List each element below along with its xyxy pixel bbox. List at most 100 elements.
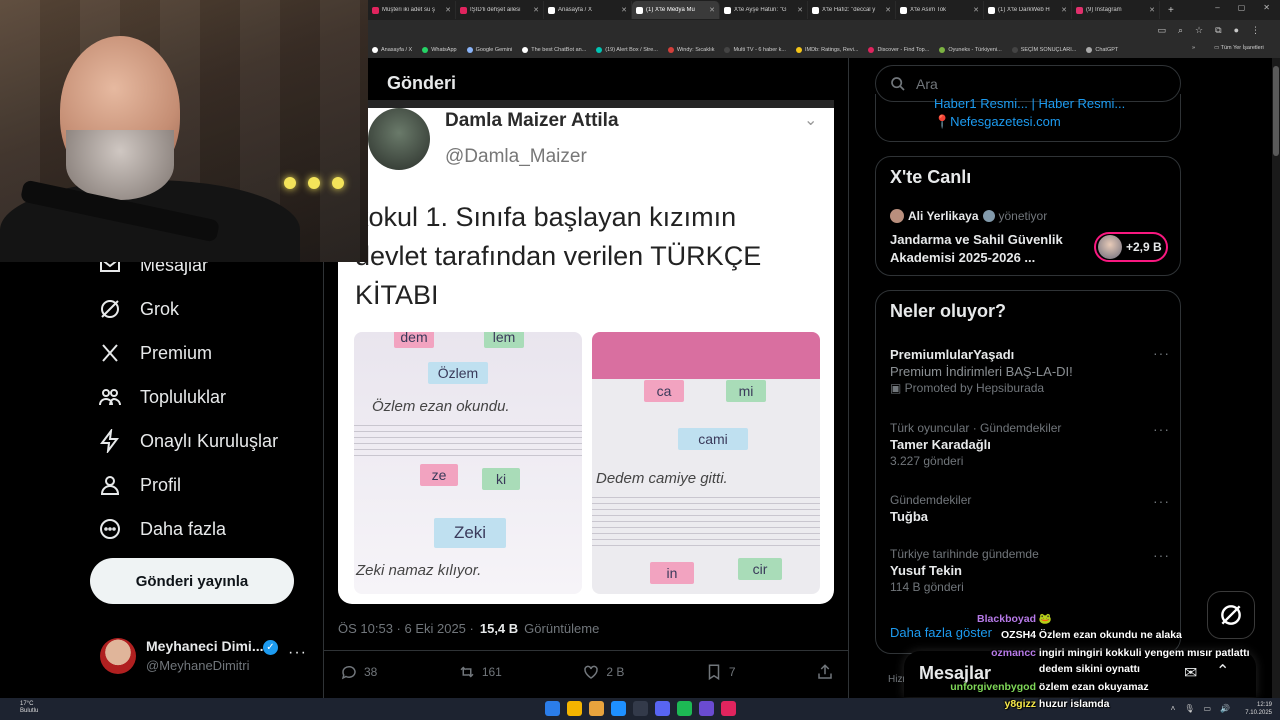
bookmark-favicon-icon	[795, 47, 802, 53]
profile-icon[interactable]: ●	[1234, 25, 1239, 36]
browser-tab[interactable]: Anasayfa / X ✕	[544, 1, 632, 19]
clock[interactable]: 12:19 7.10.2025	[1245, 701, 1272, 717]
post-timestamp[interactable]: ÖS 10:53 · 6 Eki 2025 ·	[338, 621, 474, 636]
repost-button[interactable]: 161	[458, 663, 502, 681]
trend-item[interactable]: Gündemdekiler Tuğba ···	[890, 493, 1170, 524]
zoom-icon[interactable]: ⌕	[1178, 25, 1183, 36]
new-message-icon[interactable]: ✉	[1184, 663, 1197, 683]
expand-icon[interactable]: ⌃	[1216, 661, 1229, 681]
nav-item-daha-fazla[interactable]: Daha fazla	[98, 512, 226, 546]
scrollbar-thumb[interactable]	[1273, 66, 1279, 156]
account-switcher[interactable]: Meyhaneci Dimi... ✓ @MeyhaneDimitri ···	[100, 636, 320, 682]
bookmarks-overflow-button[interactable]: »	[1192, 45, 1195, 51]
nav-item-profil[interactable]: Profil	[98, 468, 181, 502]
close-icon[interactable]: ✕	[621, 6, 627, 14]
new-tab-button[interactable]: +	[1160, 5, 1182, 16]
close-icon[interactable]: ✕	[973, 6, 979, 14]
bookmark-favicon-icon	[724, 47, 731, 53]
close-icon[interactable]: ✕	[445, 6, 451, 14]
nav-item-onaylı-kuruluşlar[interactable]: Onaylı Kuruluşlar	[98, 424, 278, 458]
live-host[interactable]: Ali Yerlikaya yönetiyor	[890, 209, 1047, 223]
browser-tab[interactable]: (1) X'te Medya Mu ✕	[632, 1, 720, 19]
browser-tab[interactable]: IŞİD'li dehşet ailesi ✕	[456, 1, 544, 19]
like-button[interactable]: 2 B	[582, 663, 624, 681]
trend-item[interactable]: Türkiye tarihinde gündemde Yusuf Tekin 1…	[890, 547, 1170, 594]
bookmark-button[interactable]: 7	[705, 663, 736, 681]
chevron-up-icon[interactable]: ˄	[1171, 704, 1176, 713]
grok-button[interactable]	[1207, 591, 1255, 639]
browser-tab-bar: Müşteri iki adet su ş ✕ IŞİD'li dehşet ail…	[368, 0, 1280, 20]
more-icon[interactable]: ···	[1153, 493, 1170, 509]
promoted-icon: ▣	[890, 381, 905, 395]
browser-tab[interactable]: (1) X'te DarkWeb H ✕	[984, 1, 1072, 19]
news-link[interactable]: 📍Nefesgazetesi.com	[934, 114, 1061, 130]
bookmark-item[interactable]: ChatGPT	[1086, 47, 1118, 53]
weather-widget[interactable]: 17°C Bulutlu	[20, 701, 38, 715]
bookmark-item[interactable]: IMDb: Ratings, Revi...	[795, 47, 858, 53]
page-scrollbar[interactable]	[1272, 58, 1280, 698]
space-title[interactable]: Jandarma ve Sahil Güvenlik Akademisi 202…	[890, 231, 1080, 267]
trend-item[interactable]: PremiumlularYaşadı Premium İndirimleri B…	[890, 345, 1170, 395]
bookmark-item[interactable]: Oyuneks - Türkiyeni...	[939, 47, 1002, 53]
bookmark-item[interactable]: SEÇİM SONUÇLARI...	[1011, 47, 1076, 53]
bookmark-item[interactable]: The best ChatBot an...	[522, 47, 586, 53]
more-icon[interactable]: ···	[1153, 547, 1170, 563]
more-icon[interactable]: ···	[1153, 345, 1170, 361]
taskbar-app-icon[interactable]	[699, 701, 714, 716]
bookmark-item[interactable]: Discover - Find Top...	[868, 47, 929, 53]
all-bookmarks-link[interactable]: ▭ Tüm Yer İşaretleri	[1214, 45, 1264, 51]
post-button[interactable]: Gönderi yayınla	[90, 558, 294, 604]
more-icon[interactable]: ···	[288, 644, 307, 662]
taskbar-app-icon[interactable]	[721, 701, 736, 716]
news-link[interactable]: Haber1 Resmi... | Haber Resmi...	[934, 96, 1125, 111]
share-button[interactable]	[816, 663, 834, 681]
mic-icon[interactable]: 🎙	[1184, 704, 1194, 713]
cast-icon[interactable]: ▭	[1157, 25, 1166, 36]
start-button-icon[interactable]	[545, 701, 560, 716]
chat-message: unforgivenbygod özlem ezan okuyamaz	[950, 681, 1148, 693]
minimize-button[interactable]: –	[1215, 3, 1219, 12]
volume-icon[interactable]: 🔊	[1220, 704, 1230, 713]
close-icon[interactable]: ✕	[1149, 6, 1155, 14]
close-icon[interactable]: ✕	[885, 6, 891, 14]
syllable-card: in	[650, 562, 694, 584]
nav-item-premium[interactable]: Premium	[98, 336, 212, 370]
close-icon[interactable]: ✕	[797, 6, 803, 14]
close-window-button[interactable]: ✕	[1263, 3, 1270, 12]
browser-menu-icon[interactable]: ⋮	[1251, 25, 1260, 36]
close-icon[interactable]: ✕	[709, 6, 715, 14]
bookmark-item[interactable]: WhatsApp	[422, 47, 457, 53]
taskbar-app-icon[interactable]	[633, 701, 648, 716]
post-image[interactable]: Damla Maizer Attila @Damla_Maizer ⌄ koku…	[338, 100, 834, 604]
taskbar-app-icon[interactable]	[677, 701, 692, 716]
network-icon[interactable]: ▭	[1203, 704, 1211, 713]
maximize-button[interactable]: ▢	[1238, 3, 1246, 12]
nav-item-grok[interactable]: Grok	[98, 292, 179, 326]
bookmark-item[interactable]: Multi TV - 6 haber k...	[724, 47, 786, 53]
bookmark-item[interactable]: Google Gemini	[466, 47, 512, 53]
taskbar-app-icon[interactable]	[567, 701, 582, 716]
reply-button[interactable]: 38	[340, 663, 377, 681]
browser-tab[interactable]: X'te Asım Tok ✕	[896, 1, 984, 19]
bookmark-item[interactable]: Windy: Sıcaklık	[667, 47, 714, 53]
nav-item-label: Daha fazla	[140, 518, 227, 539]
more-icon[interactable]: ···	[1153, 421, 1170, 437]
bookmark-item[interactable]: (19) Alert Box / Stre...	[596, 47, 658, 53]
browser-tab[interactable]: (9) Instagram ✕	[1072, 1, 1160, 19]
browser-tab[interactable]: X'te Hafız: "deccal y ✕	[808, 1, 896, 19]
extensions-icon[interactable]: ⧉	[1215, 25, 1221, 36]
trend-item[interactable]: Türk oyuncular · Gündemdekiler Tamer Kar…	[890, 421, 1170, 468]
nav-item-topluluklar[interactable]: Topluluklar	[98, 380, 226, 414]
taskbar-app-icon[interactable]	[655, 701, 670, 716]
taskbar-app-icon[interactable]	[611, 701, 626, 716]
tab-title: X'te Hafız: "deccal y	[822, 7, 876, 13]
taskbar-app-icon[interactable]	[589, 701, 604, 716]
browser-tab[interactable]: X'te Ayşe Hatun: "G ✕	[720, 1, 808, 19]
host-name: Ali Yerlikaya	[908, 209, 979, 223]
space-listeners-pill[interactable]: +2,9 B	[1094, 232, 1168, 262]
bookmark-star-icon[interactable]: ☆	[1195, 25, 1203, 36]
browser-tab[interactable]: Müşteri iki adet su ş ✕	[368, 1, 456, 19]
close-icon[interactable]: ✕	[1061, 6, 1067, 14]
close-icon[interactable]: ✕	[533, 6, 539, 14]
bookmark-item[interactable]: Anasayfa / X	[372, 47, 412, 53]
